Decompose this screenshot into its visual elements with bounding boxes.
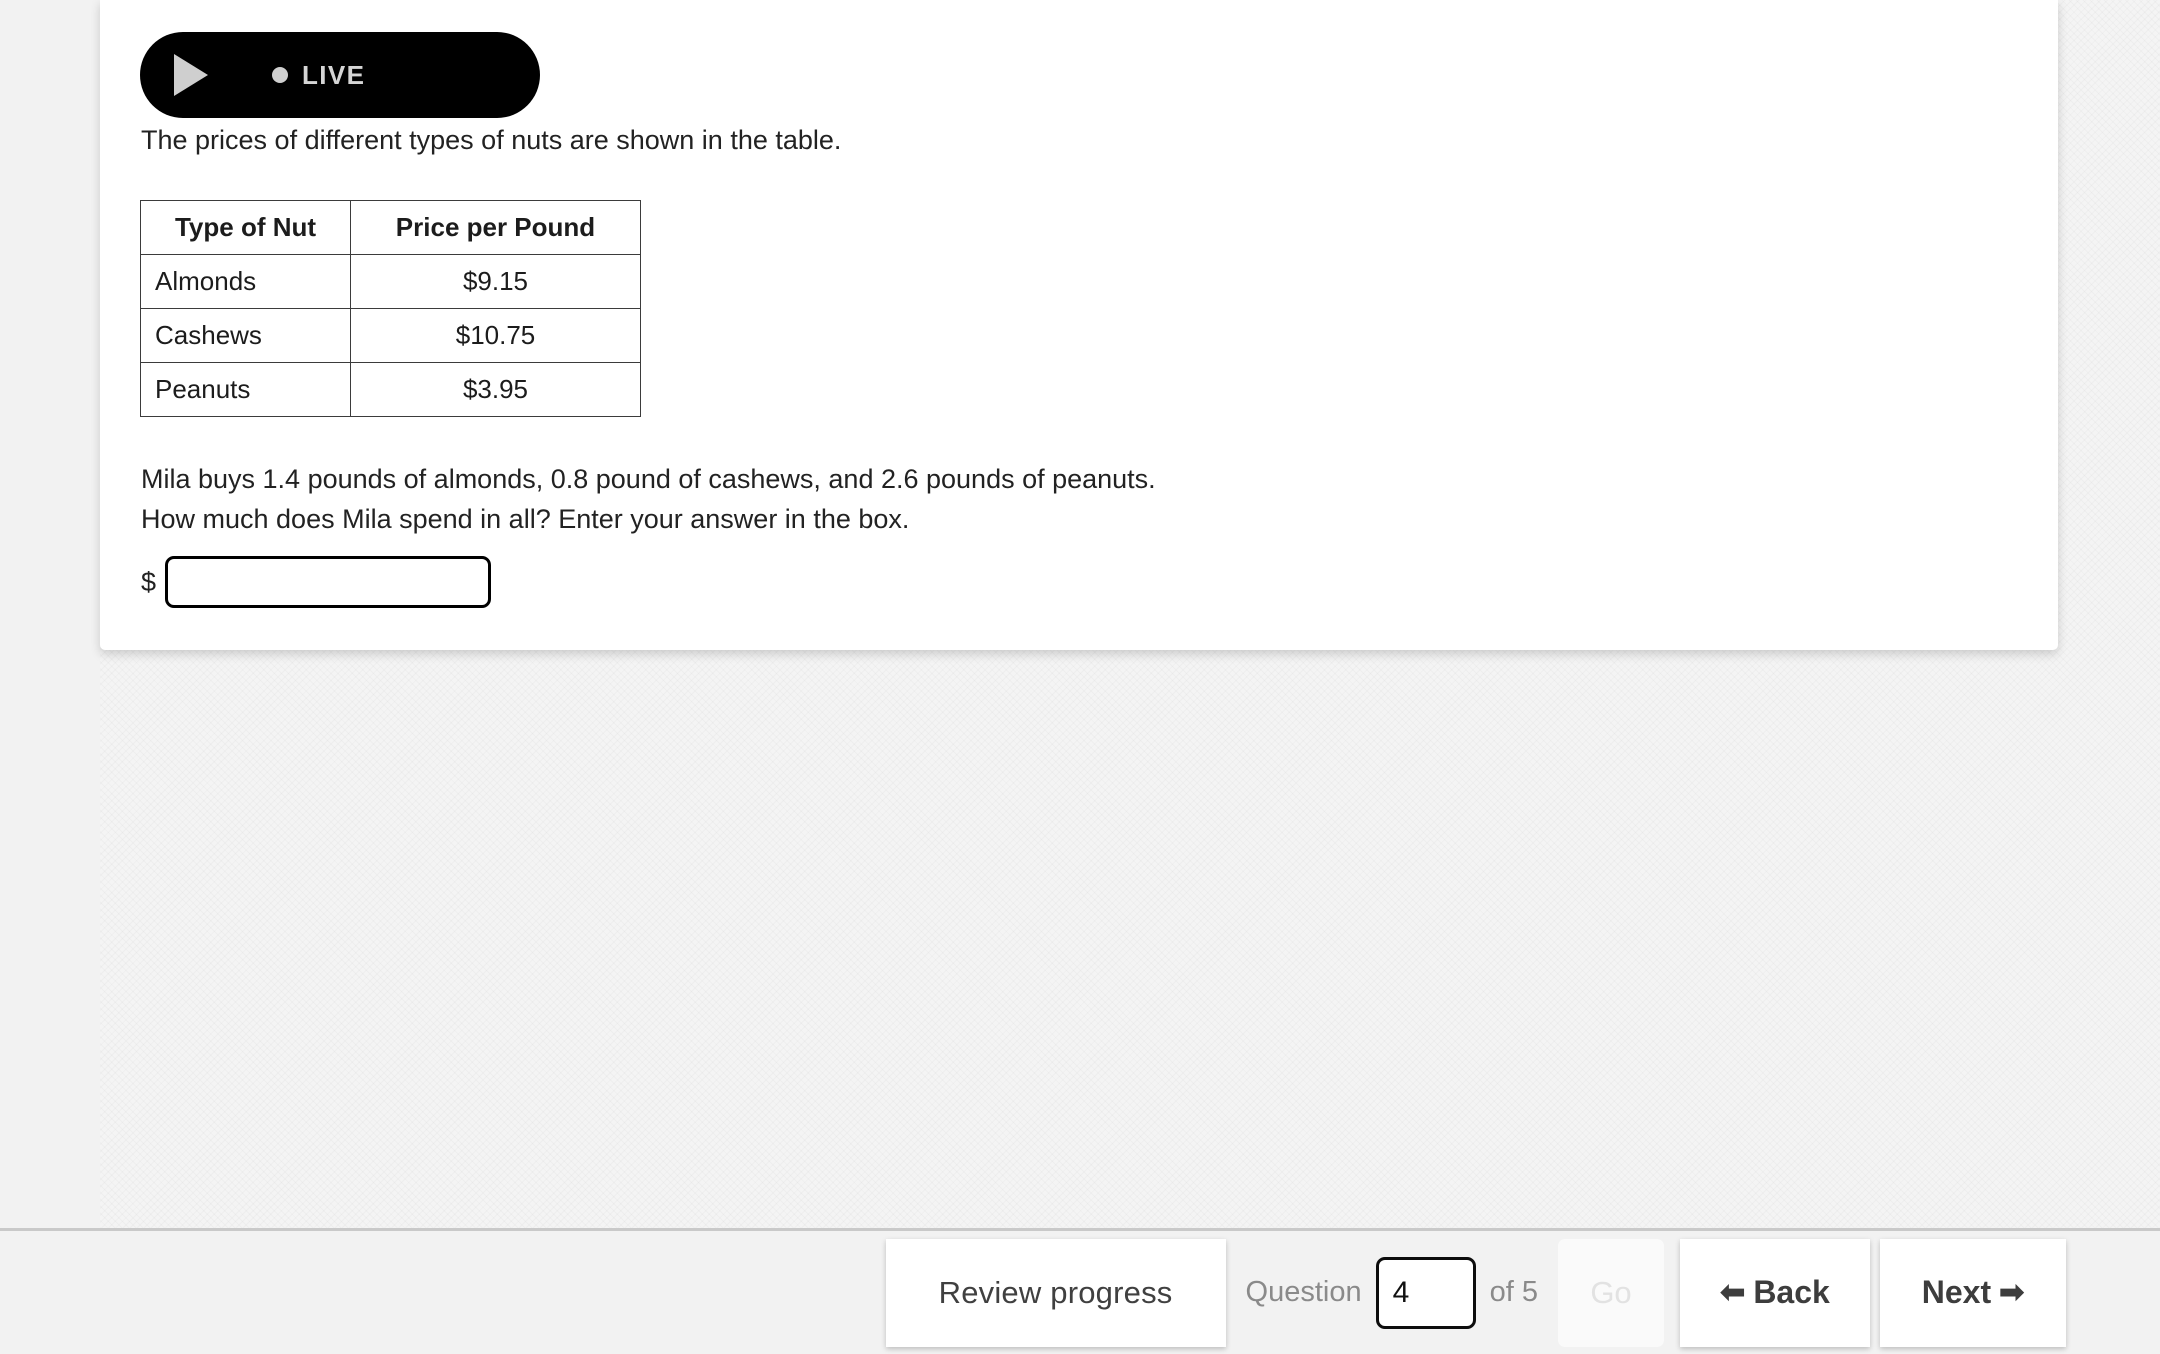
arrow-left-icon: ⬅: [1720, 1275, 1746, 1309]
nut-price-table: Type of Nut Price per Pound Almonds $9.1…: [140, 200, 641, 417]
back-label: Back: [1753, 1274, 1830, 1310]
cell-nut-name: Almonds: [140, 254, 351, 309]
question-number-input[interactable]: [1375, 1256, 1476, 1329]
cell-nut-price: $10.75: [350, 308, 641, 363]
question-word-label: Question: [1245, 1276, 1362, 1308]
question-prompt-line-1: Mila buys 1.4 pounds of almonds, 0.8 pou…: [141, 464, 1156, 494]
answer-entry-row: $: [141, 556, 492, 608]
next-button[interactable]: Next ➡: [1880, 1238, 2066, 1347]
cell-nut-name: Peanuts: [140, 362, 351, 417]
currency-symbol-label: $: [141, 566, 157, 597]
play-icon[interactable]: [174, 54, 208, 96]
go-label: Go: [1590, 1274, 1632, 1310]
table-row: Cashews $10.75: [140, 308, 641, 363]
back-button[interactable]: ⬅ Back: [1680, 1238, 1870, 1347]
cell-nut-price: $3.95: [350, 362, 641, 417]
table-row: Almonds $9.15: [140, 254, 641, 309]
question-card: LIVE The prices of different types of nu…: [100, 0, 2058, 650]
column-header-price-per-pound: Price per Pound: [350, 200, 641, 255]
table-row: Peanuts $3.95: [140, 362, 641, 417]
question-intro-text: The prices of different types of nuts ar…: [141, 125, 842, 155]
live-media-player-button[interactable]: LIVE: [140, 32, 540, 118]
live-status-dot-icon: [272, 67, 288, 83]
left-page-gutter: [0, 0, 100, 1228]
next-label: Next: [1921, 1274, 1992, 1310]
column-header-type-of-nut: Type of Nut: [140, 200, 351, 255]
bottom-navigation-toolbar: Review progress Question of 5 Go ⬅ Back …: [0, 1228, 2160, 1354]
cell-nut-price: $9.15: [350, 254, 641, 309]
table-header-row: Type of Nut Price per Pound: [140, 200, 641, 255]
question-counter: Question of 5: [1245, 1256, 1538, 1329]
cell-nut-name: Cashews: [140, 308, 351, 363]
total-questions-label: of 5: [1489, 1276, 1538, 1308]
go-button[interactable]: Go: [1558, 1238, 1664, 1347]
review-progress-label: Review progress: [938, 1274, 1173, 1310]
question-prompt-line-2: How much does Mila spend in all? Enter y…: [141, 504, 910, 534]
live-label: LIVE: [302, 59, 366, 90]
arrow-right-icon: ➡: [1999, 1275, 2025, 1309]
review-progress-button[interactable]: Review progress: [885, 1238, 1226, 1347]
answer-input[interactable]: [165, 556, 492, 608]
